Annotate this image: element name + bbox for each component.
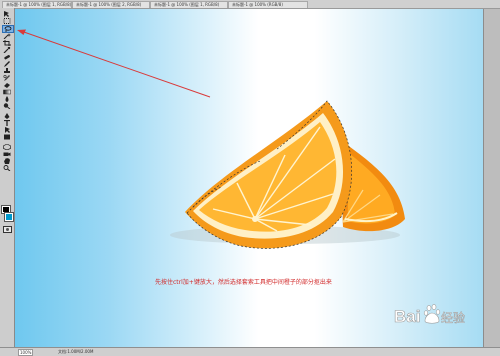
gradient-tool-icon[interactable]	[2, 89, 12, 95]
tools-panel	[0, 8, 15, 347]
type-tool-icon[interactable]	[2, 120, 12, 126]
pen-tool-icon[interactable]	[2, 113, 12, 119]
3d-camera-tool-icon[interactable]	[2, 151, 12, 157]
foreground-color-swatch[interactable]	[1, 205, 11, 214]
document-tab[interactable]: 未标题-1 @ 100% (图层 1, RGB/8)	[2, 1, 72, 8]
image-canvas[interactable]: 先按住ctrl加+键放大，然后选择套索工具把中间橙子的部分抠出来	[15, 9, 483, 347]
move-tool-icon[interactable]	[2, 11, 12, 17]
document-tab[interactable]: 未标题-1 @ 100% (图层 2, RGB/8)	[72, 1, 150, 8]
baidu-jingyan-watermark: Bai 经验	[394, 298, 470, 332]
document-tab[interactable]: 未标题-1 @ 100% (图层 1, RGB/8)	[150, 1, 228, 8]
shape-tool-icon[interactable]	[2, 134, 12, 140]
marquee-tool-icon[interactable]	[2, 18, 12, 24]
quick-mask-icon[interactable]	[3, 226, 12, 233]
crop-tool-icon[interactable]	[2, 40, 12, 46]
background-color-swatch[interactable]	[4, 212, 14, 222]
document-tab-bar: 未标题-1 @ 100% (图层 1, RGB/8) 未标题-1 @ 100% …	[0, 0, 500, 9]
document-window: 先按住ctrl加+键放大，然后选择套索工具把中间橙子的部分抠出来	[15, 9, 500, 347]
svg-text:经验: 经验	[441, 310, 465, 325]
dodge-tool-icon[interactable]	[2, 103, 12, 109]
hand-tool-icon[interactable]	[2, 158, 12, 164]
document-tab-active[interactable]: 未标题-1 @ 100% (RGB/8)	[228, 1, 308, 8]
orange-image	[17, 29, 405, 249]
vertical-scrollbar[interactable]	[483, 9, 500, 347]
3d-rotate-tool-icon[interactable]	[2, 144, 12, 150]
clone-stamp-tool-icon[interactable]	[2, 68, 12, 74]
healing-brush-tool-icon[interactable]	[2, 54, 12, 60]
eraser-tool-icon[interactable]	[2, 82, 12, 88]
eyedropper-tool-icon[interactable]	[2, 47, 12, 53]
path-selection-tool-icon[interactable]	[2, 127, 12, 133]
blur-tool-icon[interactable]	[2, 96, 12, 102]
magic-wand-tool-icon[interactable]	[2, 33, 12, 39]
brush-tool-icon[interactable]	[2, 61, 12, 67]
lasso-tool-icon[interactable]	[2, 25, 14, 33]
history-brush-tool-icon[interactable]	[2, 75, 12, 81]
zoom-tool-icon[interactable]	[2, 165, 12, 171]
svg-text:Bai: Bai	[394, 307, 420, 326]
baidu-paw-logo: Bai 经验	[394, 304, 465, 326]
instruction-caption: 先按住ctrl加+键放大，然后选择套索工具把中间橙子的部分抠出来	[155, 279, 332, 286]
